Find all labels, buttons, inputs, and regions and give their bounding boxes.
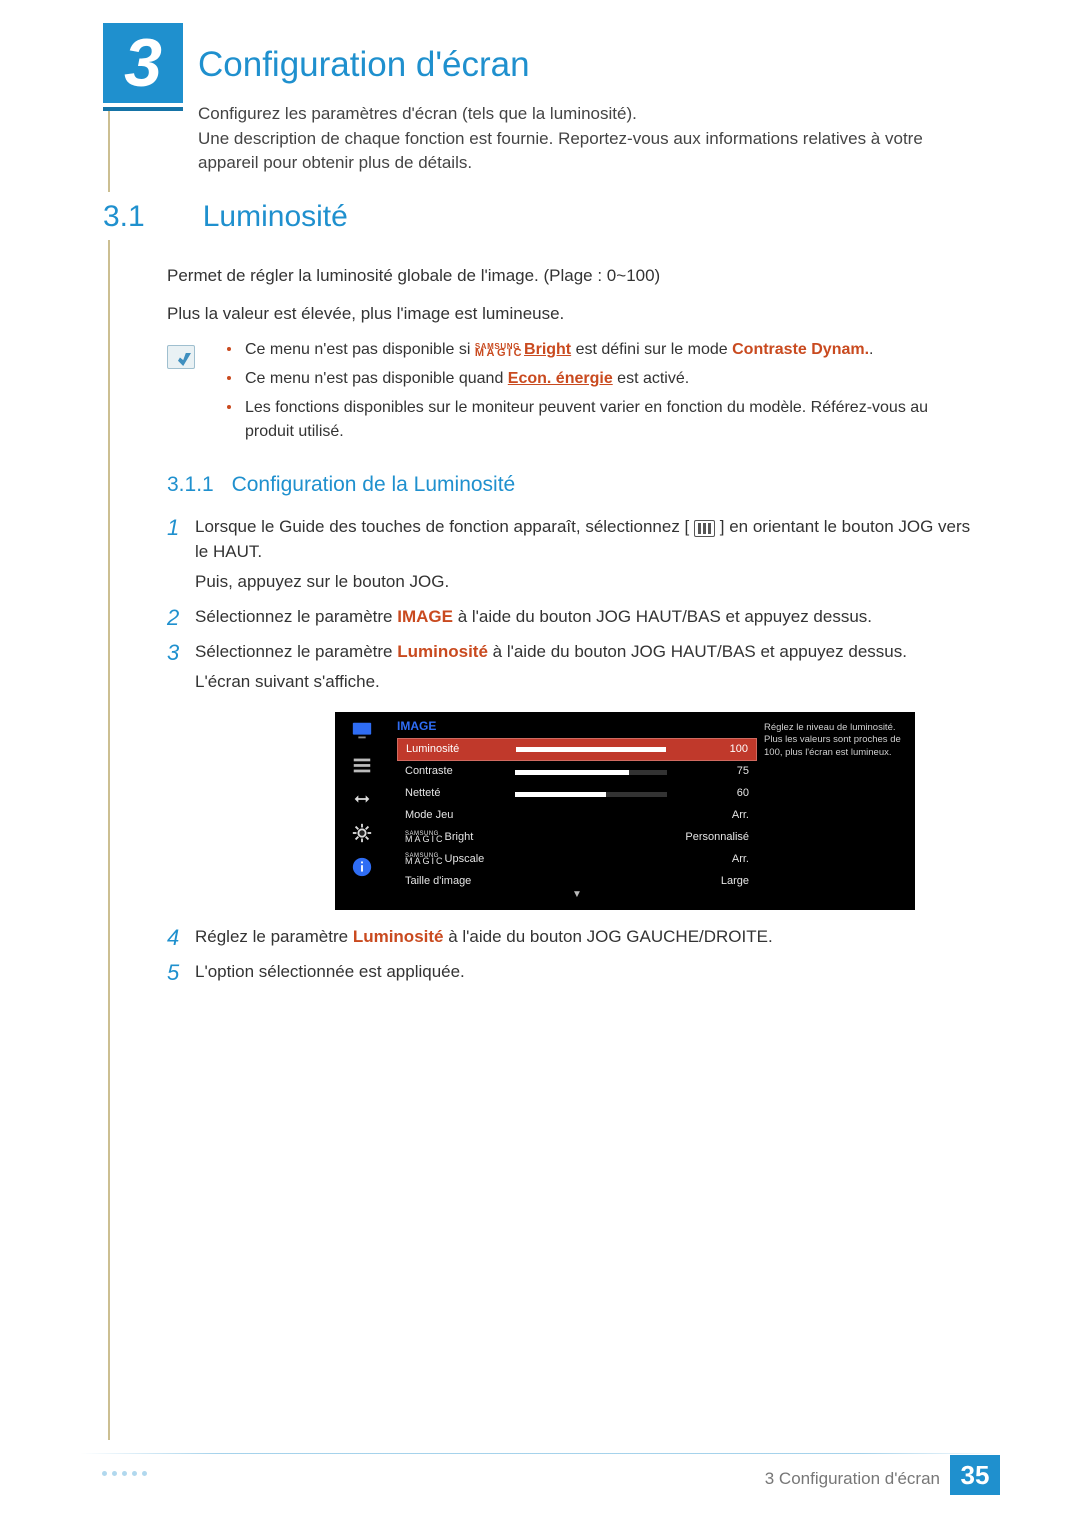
samsung-magic-label: SAMSUNG MAGIC [475,344,524,357]
osd-row-label: SAMSUNGMAGICBright [405,830,515,846]
steps-upper: 1 Lorsque le Guide des touches de foncti… [167,515,980,705]
gear-icon [350,822,374,844]
osd-row: SAMSUNGMAGICUpscale Arr. [397,849,757,871]
footer-page-number: 35 [950,1455,1000,1495]
osd-row-value: Arr. [677,808,749,824]
step-5: 5 L'option sélectionnée est appliquée. [167,960,980,985]
list-icon [350,754,374,776]
note-item-1: Ce menu n'est pas disponible si SAMSUNG … [227,338,980,361]
chapter-intro-line2: Une description de chaque fonction est f… [198,127,980,176]
contrast-mode: Contraste Dynam. [732,341,869,358]
step-1: 1 Lorsque le Guide des touches de foncti… [167,515,980,595]
footer-divider [80,1453,1000,1454]
osd-screenshot: IMAGE Luminosité 100 Contraste 75 Netteté 60 M… [335,712,915,910]
osd-row-value: Large [677,874,749,890]
footer-chapter-label: 3 Configuration d'écran [765,1467,940,1492]
note-icon [167,345,195,369]
subsection-heading: 3.1.1 Configuration de la Luminosité [167,470,515,500]
osd-sidebar [335,712,389,918]
section-title: Luminosité [203,200,348,233]
osd-row-value: 60 [677,786,749,802]
side-rule-top [108,108,110,192]
step-3: 3 Sélectionnez le paramètre Luminosité à… [167,640,980,695]
osd-title: IMAGE [397,718,757,738]
page-footer: 3 Configuration d'écran 35 [80,1453,1000,1497]
osd-row-value: 75 [677,764,749,780]
step-4: 4 Réglez le paramètre Luminosité à l'aid… [167,925,980,950]
osd-slider [515,792,667,797]
osd-row-value: 100 [676,742,748,758]
chapter-intro-line1: Configurez les paramètres d'écran (tels … [198,102,980,127]
osd-row: Luminosité 100 [397,738,757,761]
osd-row: Netteté 60 [397,783,757,805]
osd-slider [515,770,667,775]
note-item-3: Les fonctions disponibles sur le moniteu… [227,396,980,442]
section-number: 3.1 [103,195,198,239]
section-heading: 3.1 Luminosité [103,195,348,239]
side-rule-body [108,240,110,1440]
osd-row: SAMSUNGMAGICBright Personnalisé [397,827,757,849]
bright-link[interactable]: Bright [524,341,571,358]
step-2: 2 Sélectionnez le paramètre IMAGE à l'ai… [167,605,980,630]
info-icon [350,856,374,878]
subsection-title: Configuration de la Luminosité [232,473,516,496]
menu-icon [694,520,715,537]
osd-row-value: Arr. [677,852,749,868]
section-paragraph-1: Permet de régler la luminosité globale d… [167,264,980,289]
resize-icon [350,788,374,810]
note-block: Ce menu n'est pas disponible si SAMSUNG … [167,338,980,449]
osd-help-text: Réglez le niveau de luminosité. Plus les… [764,722,909,759]
osd-row-label: Luminosité [406,742,516,758]
osd-row-label: Mode Jeu [405,808,515,824]
osd-row-label: Netteté [405,786,515,802]
note-item-2: Ce menu n'est pas disponible quand Econ.… [227,367,980,390]
osd-row-label: SAMSUNGMAGICUpscale [405,852,515,868]
monitor-icon [350,720,374,742]
subsection-number: 3.1.1 [167,473,214,496]
osd-main: IMAGE Luminosité 100 Contraste 75 Netteté 60 M… [397,718,757,904]
section-paragraph-2: Plus la valeur est élevée, plus l'image … [167,302,980,327]
osd-row-value: Personnalisé [677,830,749,846]
osd-row: Mode Jeu Arr. [397,805,757,827]
footer-dots [102,1471,147,1476]
osd-slider [516,747,666,752]
osd-scroll-indicator: ▼ [572,888,582,903]
chapter-number-badge: 3 [103,23,183,103]
osd-row-label: Taille d'image [405,874,515,890]
econ-energie-link[interactable]: Econ. énergie [508,370,613,387]
chapter-intro: Configurez les paramètres d'écran (tels … [198,102,980,176]
osd-row: Contraste 75 [397,761,757,783]
steps-lower: 4 Réglez le paramètre Luminosité à l'aid… [167,925,980,994]
osd-row-label: Contraste [405,764,515,780]
chapter-title: Configuration d'écran [198,40,530,91]
